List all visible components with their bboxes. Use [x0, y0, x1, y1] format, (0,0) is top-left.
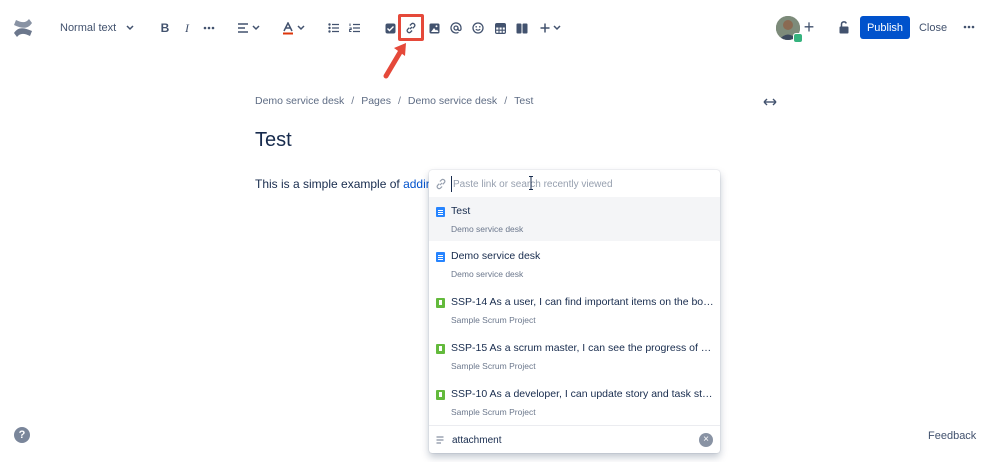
image-icon[interactable] — [425, 18, 443, 38]
result-title: SSP-10 As a developer, I can update stor… — [451, 388, 716, 400]
action-item-checkbox-icon[interactable] — [381, 18, 399, 38]
table-icon[interactable] — [491, 18, 509, 38]
result-title: Demo service desk — [451, 250, 541, 262]
publish-button[interactable]: Publish — [860, 16, 910, 39]
confluence-logo-icon[interactable] — [12, 16, 34, 40]
text-cursor-icon — [529, 176, 533, 190]
result-subtitle: Sample Scrum Project — [451, 407, 536, 417]
link-search-input[interactable] — [451, 176, 711, 192]
link-icon — [436, 178, 446, 190]
chevron-down-icon — [296, 25, 305, 31]
result-title: Test — [451, 205, 471, 217]
more-formatting-icon[interactable] — [200, 18, 218, 38]
jira-story-icon — [436, 390, 445, 400]
link-search-row — [429, 170, 720, 197]
breadcrumb-separator: / — [351, 95, 355, 107]
chevron-down-icon — [126, 25, 134, 31]
breadcrumb-separator: / — [397, 95, 401, 107]
page-title[interactable]: Test — [255, 129, 292, 152]
link-display-text-input[interactable] — [452, 432, 692, 448]
editor-toolbar: Normal text B I + Publish Close — [0, 0, 999, 56]
bullet-list-icon[interactable] — [325, 18, 343, 38]
result-subtitle: Demo service desk — [451, 269, 524, 279]
search-result-item[interactable]: SSP-15 As a scrum master, I can see the … — [429, 334, 720, 378]
search-result-item[interactable]: Test Demo service desk — [429, 197, 720, 241]
mention-icon[interactable] — [447, 18, 465, 38]
search-result-item[interactable]: Demo service desk Demo service desk — [429, 242, 720, 286]
text-style-label: Normal text — [60, 22, 117, 34]
numbered-list-icon[interactable] — [346, 18, 364, 38]
confluence-page-icon — [436, 252, 445, 262]
insert-link-button[interactable] — [398, 14, 424, 41]
align-left-icon — [237, 23, 248, 33]
link-text-row: × — [429, 425, 720, 453]
feedback-link[interactable]: Feedback — [928, 430, 976, 442]
italic-button[interactable]: I — [178, 18, 196, 38]
breadcrumb: Demo service desk / Pages / Demo service… — [255, 95, 533, 107]
result-subtitle: Sample Scrum Project — [451, 315, 536, 325]
link-picker-popup: Test Demo service desk Demo service desk… — [429, 170, 720, 453]
chevron-down-icon — [251, 25, 260, 31]
breadcrumb-link-space[interactable]: Demo service desk — [255, 95, 344, 107]
text-alignment-dropdown[interactable] — [233, 18, 263, 38]
result-subtitle: Demo service desk — [451, 224, 524, 234]
result-title: SSP-15 As a scrum master, I can see the … — [451, 342, 716, 354]
full-width-toggle-icon[interactable] — [762, 95, 778, 109]
clear-text-button[interactable]: × — [699, 433, 713, 447]
page-body-paragraph[interactable]: This is a simple example of adding — [255, 177, 439, 191]
invite-button[interactable]: + — [800, 17, 818, 37]
layouts-icon[interactable] — [513, 18, 531, 38]
plus-icon — [540, 23, 549, 33]
restrictions-unlock-icon[interactable] — [835, 17, 853, 37]
text-color-dropdown[interactable] — [279, 18, 307, 38]
close-button[interactable]: Close — [916, 16, 950, 39]
emoji-icon[interactable] — [469, 18, 487, 38]
text-lines-icon — [436, 436, 444, 444]
chevron-down-icon — [552, 25, 561, 31]
breadcrumb-separator: / — [504, 95, 508, 107]
annotation-arrow-icon — [380, 40, 412, 80]
text-color-icon — [282, 21, 293, 34]
result-title: SSP-14 As a user, I can find important i… — [451, 296, 716, 308]
breadcrumb-current-page[interactable]: Test — [514, 95, 533, 107]
breadcrumb-link-pages[interactable]: Pages — [361, 95, 391, 107]
insert-more-dropdown[interactable] — [537, 18, 563, 38]
confluence-page-icon — [436, 207, 445, 217]
search-result-item[interactable]: SSP-10 As a developer, I can update stor… — [429, 380, 720, 424]
search-result-item[interactable]: SSP-14 As a user, I can find important i… — [429, 288, 720, 332]
bold-button[interactable]: B — [156, 18, 174, 38]
jira-story-icon — [436, 344, 445, 354]
more-actions-icon[interactable] — [960, 17, 978, 37]
text-style-dropdown[interactable]: Normal text — [52, 14, 142, 42]
help-icon[interactable]: ? — [14, 427, 30, 443]
result-subtitle: Sample Scrum Project — [451, 361, 536, 371]
link-icon — [406, 22, 416, 33]
user-avatar[interactable] — [776, 16, 803, 43]
jira-story-icon — [436, 298, 445, 308]
breadcrumb-link-parent-page[interactable]: Demo service desk — [408, 95, 497, 107]
body-text: This is a simple example of — [255, 177, 404, 191]
